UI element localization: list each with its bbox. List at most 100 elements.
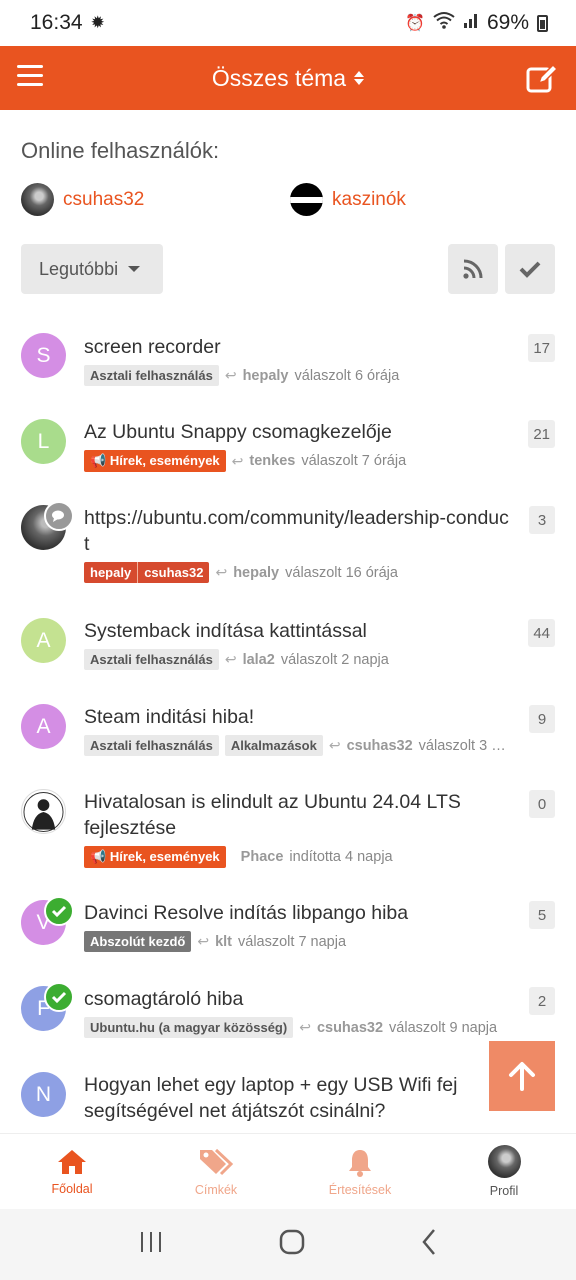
scroll-to-top-button[interactable] — [489, 1041, 555, 1111]
mark-read-button[interactable] — [505, 244, 555, 294]
solved-check-icon — [44, 896, 74, 926]
topic-action: válaszolt 2 napja — [280, 651, 389, 668]
reply-count: 0 — [529, 790, 555, 818]
tab-label: Értesítések — [328, 1182, 392, 1197]
topic-user[interactable]: csuhas32 — [317, 1020, 383, 1036]
online-user-name: csuhas32 — [63, 188, 145, 210]
avatar: A — [21, 704, 66, 749]
reply-count: 21 — [528, 420, 555, 448]
status-bar: 16:34 ✹ ⏰ 69% — [0, 0, 576, 46]
reply-count: 17 — [528, 334, 555, 362]
rss-icon — [463, 259, 483, 279]
topic-user[interactable]: csuhas32 — [347, 738, 413, 754]
tab-home[interactable]: Főoldal — [0, 1134, 144, 1209]
tab-label: Címkék — [194, 1182, 238, 1197]
topic-action: válaszolt 3 … — [418, 737, 506, 754]
reply-icon: ↩ — [224, 651, 237, 667]
tags-icon — [200, 1148, 234, 1175]
back-icon[interactable] — [420, 1228, 438, 1261]
new-topic-icon[interactable] — [526, 63, 559, 99]
rss-button[interactable] — [448, 244, 498, 294]
sort-dropdown[interactable]: Legutóbbi — [21, 244, 163, 294]
topic-action: válaszolt 16 órája — [285, 564, 398, 581]
tab-notifications[interactable]: Értesítések — [288, 1134, 432, 1209]
megaphone-icon: 📢 — [90, 453, 107, 468]
topic-user[interactable]: Phace — [241, 849, 284, 865]
topic-action: válaszolt 6 órája — [294, 367, 400, 384]
sort-dropdown-label: Legutóbbi — [39, 258, 119, 279]
topic-title[interactable]: Az Ubuntu Snappy csomagkezelője — [84, 419, 514, 445]
participant: csuhas32 — [137, 562, 209, 583]
online-user-kaszinok[interactable]: kaszinók — [290, 183, 406, 216]
topic-title[interactable]: Davinci Resolve indítás libpango hiba — [84, 900, 514, 926]
participants-tag[interactable]: hepaly csuhas32 — [84, 562, 210, 583]
online-user-csuhas32[interactable]: csuhas32 — [21, 183, 144, 216]
tag[interactable]: Asztali felhasználás — [84, 649, 219, 670]
solved-check-icon — [44, 982, 74, 1012]
topic-title[interactable]: screen recorder — [84, 334, 514, 360]
participant: hepaly — [90, 565, 132, 580]
app-bar: Összes téma — [0, 46, 576, 110]
notification-icon: ✹ — [90, 13, 105, 32]
battery-text: 69% — [486, 11, 529, 34]
private-message-icon — [44, 501, 74, 531]
arrow-up-icon — [509, 1062, 535, 1091]
tab-label: Profil — [489, 1184, 519, 1198]
reply-icon: ↩ — [215, 564, 228, 580]
reply-icon: ↩ — [231, 452, 244, 469]
system-nav-bar — [0, 1209, 576, 1280]
recent-apps-icon[interactable] — [138, 1230, 164, 1259]
avatar — [487, 1145, 521, 1178]
alarm-icon: ⏰ — [405, 15, 425, 32]
topic-title[interactable]: Hogyan lehet egy laptop + egy USB Wifi f… — [84, 1072, 514, 1124]
home-icon — [58, 1149, 86, 1174]
tag[interactable]: Alkalmazások — [224, 735, 323, 756]
tag[interactable]: Asztali felhasználás — [84, 365, 219, 386]
category-selector[interactable]: Összes téma — [212, 65, 365, 92]
topic-title[interactable]: https://ubuntu.com/community/leadership-… — [84, 505, 514, 557]
topic-title[interactable]: Steam inditási hiba! — [84, 704, 514, 730]
tab-profile[interactable]: Profil — [432, 1134, 576, 1209]
tag-label: Hírek, események — [109, 453, 220, 468]
online-user-name: kaszinók — [332, 188, 406, 210]
bottom-tab-bar: Főoldal Címkék Értesítések Profil — [0, 1133, 576, 1209]
avatar — [290, 183, 323, 216]
home-button-icon[interactable] — [279, 1229, 305, 1260]
avatar: N — [21, 1072, 66, 1117]
tag[interactable]: Ubuntu.hu (a magyar közösség) — [84, 1017, 294, 1038]
caret-down-icon — [128, 266, 141, 272]
sort-arrows-icon — [354, 71, 365, 85]
tab-tags[interactable]: Címkék — [144, 1134, 288, 1209]
reply-count: 2 — [529, 987, 555, 1015]
bell-icon — [349, 1149, 371, 1177]
checkmark-icon — [519, 261, 541, 278]
reply-count: 3 — [529, 506, 555, 534]
reply-icon: ↩ — [224, 367, 237, 383]
tag[interactable]: 📢 Hírek, események — [84, 450, 226, 472]
avatar: A — [21, 618, 66, 663]
topic-user[interactable]: klt — [215, 934, 232, 950]
tab-label: Főoldal — [51, 1181, 93, 1196]
avatar — [21, 789, 66, 834]
topic-user[interactable]: hepaly — [233, 565, 279, 581]
topic-title[interactable]: csomagtároló hiba — [84, 986, 514, 1012]
tag-label: Hírek, események — [109, 849, 220, 864]
reply-count: 5 — [529, 901, 555, 929]
reply-icon: ↩ — [299, 1019, 311, 1035]
wifi-icon — [433, 11, 455, 35]
topic-user[interactable]: hepaly — [243, 368, 289, 384]
topic-user[interactable]: tenkes — [249, 453, 295, 469]
topic-title[interactable]: Hivatalosan is elindult az Ubuntu 24.04 … — [84, 789, 514, 841]
signal-icon — [463, 11, 479, 35]
avatar: L — [21, 419, 66, 464]
filter-bar: Legutóbbi — [21, 244, 555, 294]
topic-title[interactable]: Systemback indítása kattintással — [84, 618, 514, 644]
topic-action: indította 4 napja — [289, 849, 393, 865]
online-users-title: Online felhasználók: — [21, 138, 220, 163]
topic-user[interactable]: lala2 — [243, 652, 275, 668]
reply-count: 9 — [529, 705, 555, 733]
tag[interactable]: Asztali felhasználás — [84, 735, 219, 756]
hamburger-menu-icon[interactable] — [17, 65, 43, 87]
tag[interactable]: Abszolút kezdő — [84, 931, 192, 952]
tag[interactable]: 📢 Hírek, események — [84, 846, 226, 868]
